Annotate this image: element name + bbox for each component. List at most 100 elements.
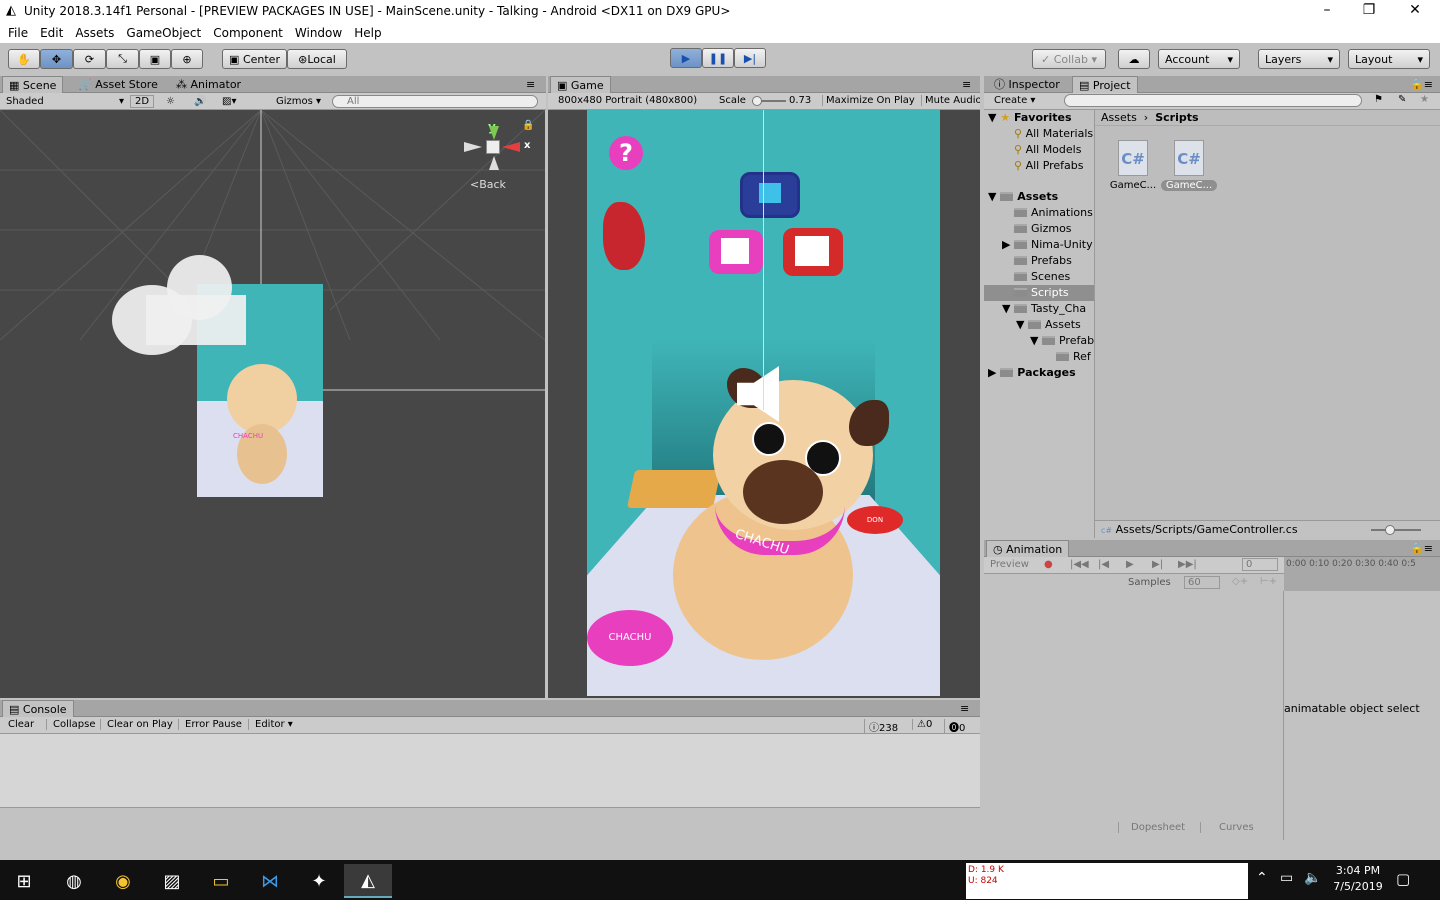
- tab-console[interactable]: ▤ Console: [2, 700, 74, 717]
- pug-select-button-1[interactable]: [709, 230, 763, 274]
- animation-lock-icon[interactable]: 🔒≡: [1404, 540, 1439, 557]
- volume-icon[interactable]: 🔈: [1304, 870, 1321, 886]
- mute-audio-toggle[interactable]: Mute Audio: [921, 95, 980, 106]
- prev-keyframe-icon[interactable]: |◀: [1098, 559, 1109, 570]
- tray-chevron-icon[interactable]: ⌃: [1256, 870, 1268, 886]
- console-editor-dropdown[interactable]: Editor ▾: [248, 719, 293, 730]
- layout-dropdown[interactable]: Layout ▾: [1348, 49, 1430, 69]
- panel-menu-icon[interactable]: ≡: [520, 76, 541, 93]
- vscode-icon[interactable]: ⋈: [246, 864, 294, 898]
- maximize-on-play-toggle[interactable]: Maximize On Play: [822, 95, 915, 106]
- console-collapse-button[interactable]: Collapse: [46, 719, 96, 730]
- console-info-count[interactable]: ⓘ238: [864, 719, 898, 734]
- scale-tool-icon[interactable]: ⤡: [106, 49, 139, 69]
- resolution-dropdown[interactable]: 800x480 Portrait (480x800): [558, 95, 708, 106]
- account-dropdown[interactable]: Account ▾: [1158, 49, 1240, 69]
- menu-file[interactable]: File: [2, 23, 34, 43]
- tree-scripts[interactable]: Scripts: [984, 285, 1094, 301]
- maximize-button[interactable]: ❐: [1346, 2, 1392, 18]
- app-icon[interactable]: ✦: [295, 864, 343, 898]
- notifications-icon[interactable]: ▢: [1396, 870, 1410, 888]
- rect-tool-icon[interactable]: ▣: [139, 49, 171, 69]
- tree-tasty-assets[interactable]: ▼ Assets: [1016, 317, 1081, 333]
- effects-icon[interactable]: ▨▾: [222, 96, 236, 107]
- last-keyframe-icon[interactable]: ▶▶|: [1178, 559, 1197, 570]
- project-search-input[interactable]: [1064, 94, 1362, 107]
- lighting-icon[interactable]: ☼: [166, 96, 175, 107]
- scale-slider[interactable]: [752, 96, 786, 106]
- food-bowl[interactable]: CHACHU: [587, 610, 673, 666]
- tab-scene[interactable]: ▦ Scene: [2, 76, 64, 93]
- tab-animator[interactable]: ⁂ Animator: [170, 76, 247, 93]
- game-viewport[interactable]: ? DON CHACHU CHACHU: [548, 110, 980, 698]
- chrome-icon[interactable]: ◉: [99, 864, 147, 898]
- tab-game[interactable]: ▣ Game: [550, 76, 611, 93]
- step-button[interactable]: ▶|: [734, 48, 766, 68]
- steam-icon[interactable]: ◍: [50, 864, 98, 898]
- file-gamecontroller-2[interactable]: C# GameC...: [1161, 140, 1217, 200]
- menu-window[interactable]: Window: [289, 23, 348, 43]
- menu-assets[interactable]: Assets: [69, 23, 120, 43]
- samples-input[interactable]: 60: [1184, 576, 1220, 589]
- add-event-icon[interactable]: ⊢+: [1260, 576, 1277, 587]
- network-icon[interactable]: ▭: [1280, 870, 1293, 886]
- timeline-ruler[interactable]: 0:00 0:10 0:20 0:30 0:40 0:5: [1284, 557, 1440, 591]
- transform-tool-icon[interactable]: ⊕: [171, 49, 203, 69]
- move-tool-icon[interactable]: ✥: [40, 49, 73, 69]
- 2d-toggle[interactable]: 2D: [130, 94, 154, 108]
- photos-icon[interactable]: ▨: [148, 864, 196, 898]
- tab-animation[interactable]: ◷ Animation: [986, 540, 1070, 557]
- tree-gizmos[interactable]: Gizmos: [1014, 221, 1072, 237]
- help-button[interactable]: ?: [609, 136, 643, 170]
- first-keyframe-icon[interactable]: |◀◀: [1070, 559, 1089, 570]
- tree-fav-models[interactable]: ⚲ All Models: [1014, 142, 1081, 158]
- audio-icon[interactable]: 🔊: [194, 96, 206, 107]
- game-screen[interactable]: ? DON CHACHU CHACHU: [587, 110, 940, 696]
- filter-label-icon[interactable]: ✎: [1398, 94, 1406, 105]
- pause-button[interactable]: ❚❚: [702, 48, 734, 68]
- tree-prefabs[interactable]: Prefabs: [1014, 253, 1072, 269]
- menu-component[interactable]: Component: [207, 23, 289, 43]
- red-bowl[interactable]: DON: [847, 506, 903, 534]
- project-lock-icon[interactable]: 🔒≡: [1404, 76, 1439, 93]
- windows-start-icon[interactable]: ⊞: [0, 864, 48, 898]
- menu-help[interactable]: Help: [348, 23, 387, 43]
- pivot-center-button[interactable]: ▣ Center: [222, 49, 287, 69]
- gizmos-dropdown[interactable]: Gizmos ▾: [276, 96, 321, 107]
- anim-play-icon[interactable]: ▶: [1126, 559, 1134, 570]
- console-error-pause-button[interactable]: Error Pause: [178, 719, 242, 730]
- preview-toggle[interactable]: Preview: [990, 559, 1029, 570]
- tree-tasty-ref[interactable]: Ref: [1056, 349, 1091, 365]
- unity-taskbar-icon[interactable]: ◭: [344, 864, 392, 898]
- frame-input[interactable]: 0: [1242, 558, 1278, 571]
- gizmo-center-cube[interactable]: [486, 140, 500, 154]
- pivot-local-button[interactable]: ⊛ Local: [287, 49, 347, 69]
- filter-type-icon[interactable]: ⚑: [1374, 94, 1383, 105]
- console-clear-on-play-button[interactable]: Clear on Play: [100, 719, 173, 730]
- tree-tasty-prefab[interactable]: ▼ Prefab: [1030, 333, 1094, 349]
- console-menu-icon[interactable]: ≡: [954, 700, 975, 717]
- collab-button[interactable]: ✓ Collab ▾: [1032, 49, 1106, 69]
- orientation-gizmo[interactable]: y x 🔒 <Back: [462, 120, 534, 200]
- tab-asset-store[interactable]: 🛒 Asset Store: [72, 76, 164, 93]
- icon-size-slider[interactable]: [1371, 525, 1421, 535]
- minimize-button[interactable]: –: [1304, 2, 1350, 18]
- add-keyframe-icon[interactable]: ◇+: [1232, 576, 1248, 587]
- play-button[interactable]: ▶: [670, 48, 702, 68]
- gizmo-lock-icon[interactable]: 🔒: [522, 120, 534, 131]
- breadcrumb-assets[interactable]: Assets: [1101, 111, 1137, 124]
- file-explorer-icon[interactable]: ▭: [197, 864, 245, 898]
- tray-clock[interactable]: 3:04 PM 7/5/2019: [1330, 864, 1386, 893]
- create-dropdown[interactable]: Create ▾: [994, 95, 1035, 106]
- file-gamecontroller-1[interactable]: C# GameC...: [1109, 140, 1157, 200]
- tree-nima[interactable]: ▶ Nima-Unity: [1002, 237, 1093, 253]
- console-warning-count[interactable]: ⚠0: [912, 719, 932, 730]
- tree-assets[interactable]: ▼ Assets: [988, 189, 1058, 205]
- record-icon[interactable]: ●: [1044, 559, 1053, 570]
- curves-tab[interactable]: Curves: [1200, 822, 1284, 833]
- close-button[interactable]: ✕: [1392, 2, 1438, 18]
- pug-select-button-2[interactable]: [783, 228, 843, 276]
- hand-tool-icon[interactable]: ✋: [8, 49, 40, 69]
- tree-packages[interactable]: ▶ Packages: [988, 365, 1076, 381]
- layers-dropdown[interactable]: Layers ▾: [1258, 49, 1340, 69]
